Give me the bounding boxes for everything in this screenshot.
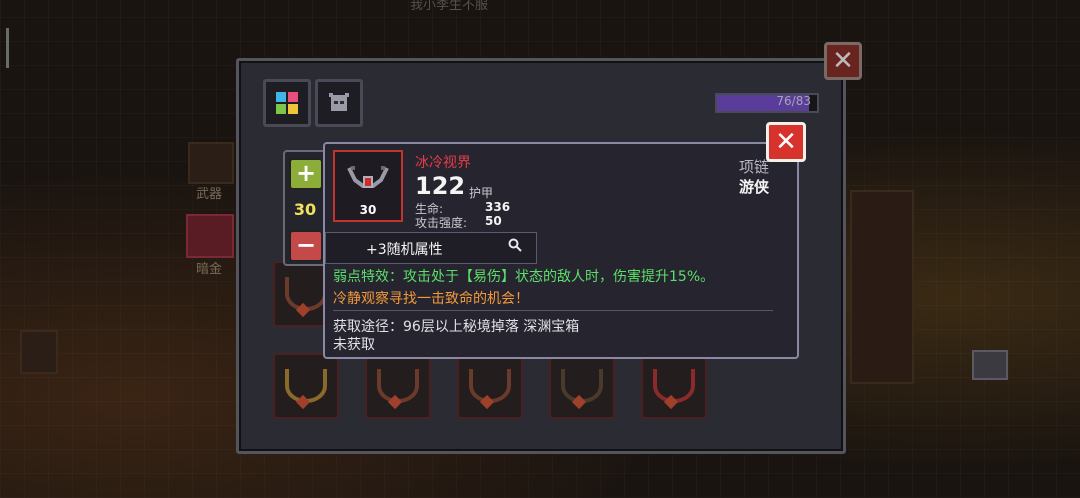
background-text: 我小李生不服: [410, 0, 489, 13]
tab-all-items[interactable]: [263, 79, 311, 127]
decrease-button[interactable]: −: [289, 230, 323, 262]
weapon-label: 武器: [196, 187, 223, 202]
random-attribute-row[interactable]: +3随机属性: [325, 232, 537, 264]
necklace-icon: [653, 369, 695, 403]
necklace-icon: [285, 369, 327, 403]
inventory-slot[interactable]: [641, 353, 707, 419]
capacity-bar: 76/83: [715, 93, 819, 113]
inventory-slot[interactable]: [273, 353, 339, 419]
necklace-icon: [377, 369, 419, 403]
necklace-icon: [285, 277, 327, 311]
chat-bubble-icon: [972, 350, 1008, 380]
item-category: 项链: [738, 158, 769, 176]
inventory-slot[interactable]: [365, 353, 431, 419]
item-tooltip: 30 冰冷视界 122 护甲 生命: 336 攻击强度: 50 项链 游侠 +3…: [323, 142, 799, 359]
acquisition-status: 未获取: [333, 337, 375, 353]
edge-handle: [6, 28, 9, 68]
tab-armor[interactable]: [315, 79, 363, 127]
acquisition-source: 获取途径：96层以上秘境掉落 深渊宝箱: [333, 319, 580, 335]
necklace-icon: [347, 166, 389, 188]
stat-value: 50: [485, 214, 502, 228]
quantity-value: 30: [293, 200, 317, 219]
armor-value: 122: [415, 172, 466, 200]
helmet-icon: [329, 93, 349, 111]
weapon-slot-icon: [188, 142, 234, 184]
random-attribute-label: +3随机属性: [366, 242, 443, 258]
increase-button[interactable]: +: [289, 158, 323, 190]
necklace-icon: [561, 369, 603, 403]
tooltip-close-button[interactable]: ✕: [766, 122, 806, 162]
magnifier-icon[interactable]: [508, 238, 522, 252]
background-shelf: [850, 190, 914, 384]
inventory-slot[interactable]: [549, 353, 615, 419]
stat-row-attack: 攻击强度: 50: [415, 214, 502, 231]
panel-close-button[interactable]: ✕: [824, 42, 862, 80]
grid-icon: [276, 92, 298, 114]
capacity-text: 76/83: [776, 94, 811, 108]
quantity-stepper: + 30 −: [283, 150, 327, 266]
weakness-effect-text: 弱点特效：攻击处于【易伤】状态的敌人时，伤害提升15%。: [333, 269, 715, 285]
item-level: 30: [359, 203, 377, 217]
stat-label: 攻击强度:: [415, 216, 468, 230]
item-class: 游侠: [738, 178, 769, 196]
item-icon-frame: 30: [333, 150, 403, 222]
dark-gold-slot-icon: [186, 214, 234, 258]
necklace-icon: [469, 369, 511, 403]
divider: [333, 310, 773, 311]
window-icon: [20, 330, 58, 374]
stat-value: 336: [485, 200, 511, 214]
armor-label: 护甲: [469, 186, 494, 200]
item-name: 冰冷视界: [415, 155, 471, 171]
dark-gold-label: 暗金: [196, 262, 223, 277]
inventory-slot[interactable]: [457, 353, 523, 419]
flavor-text: 冷静观察寻找一击致命的机会！: [333, 291, 529, 307]
